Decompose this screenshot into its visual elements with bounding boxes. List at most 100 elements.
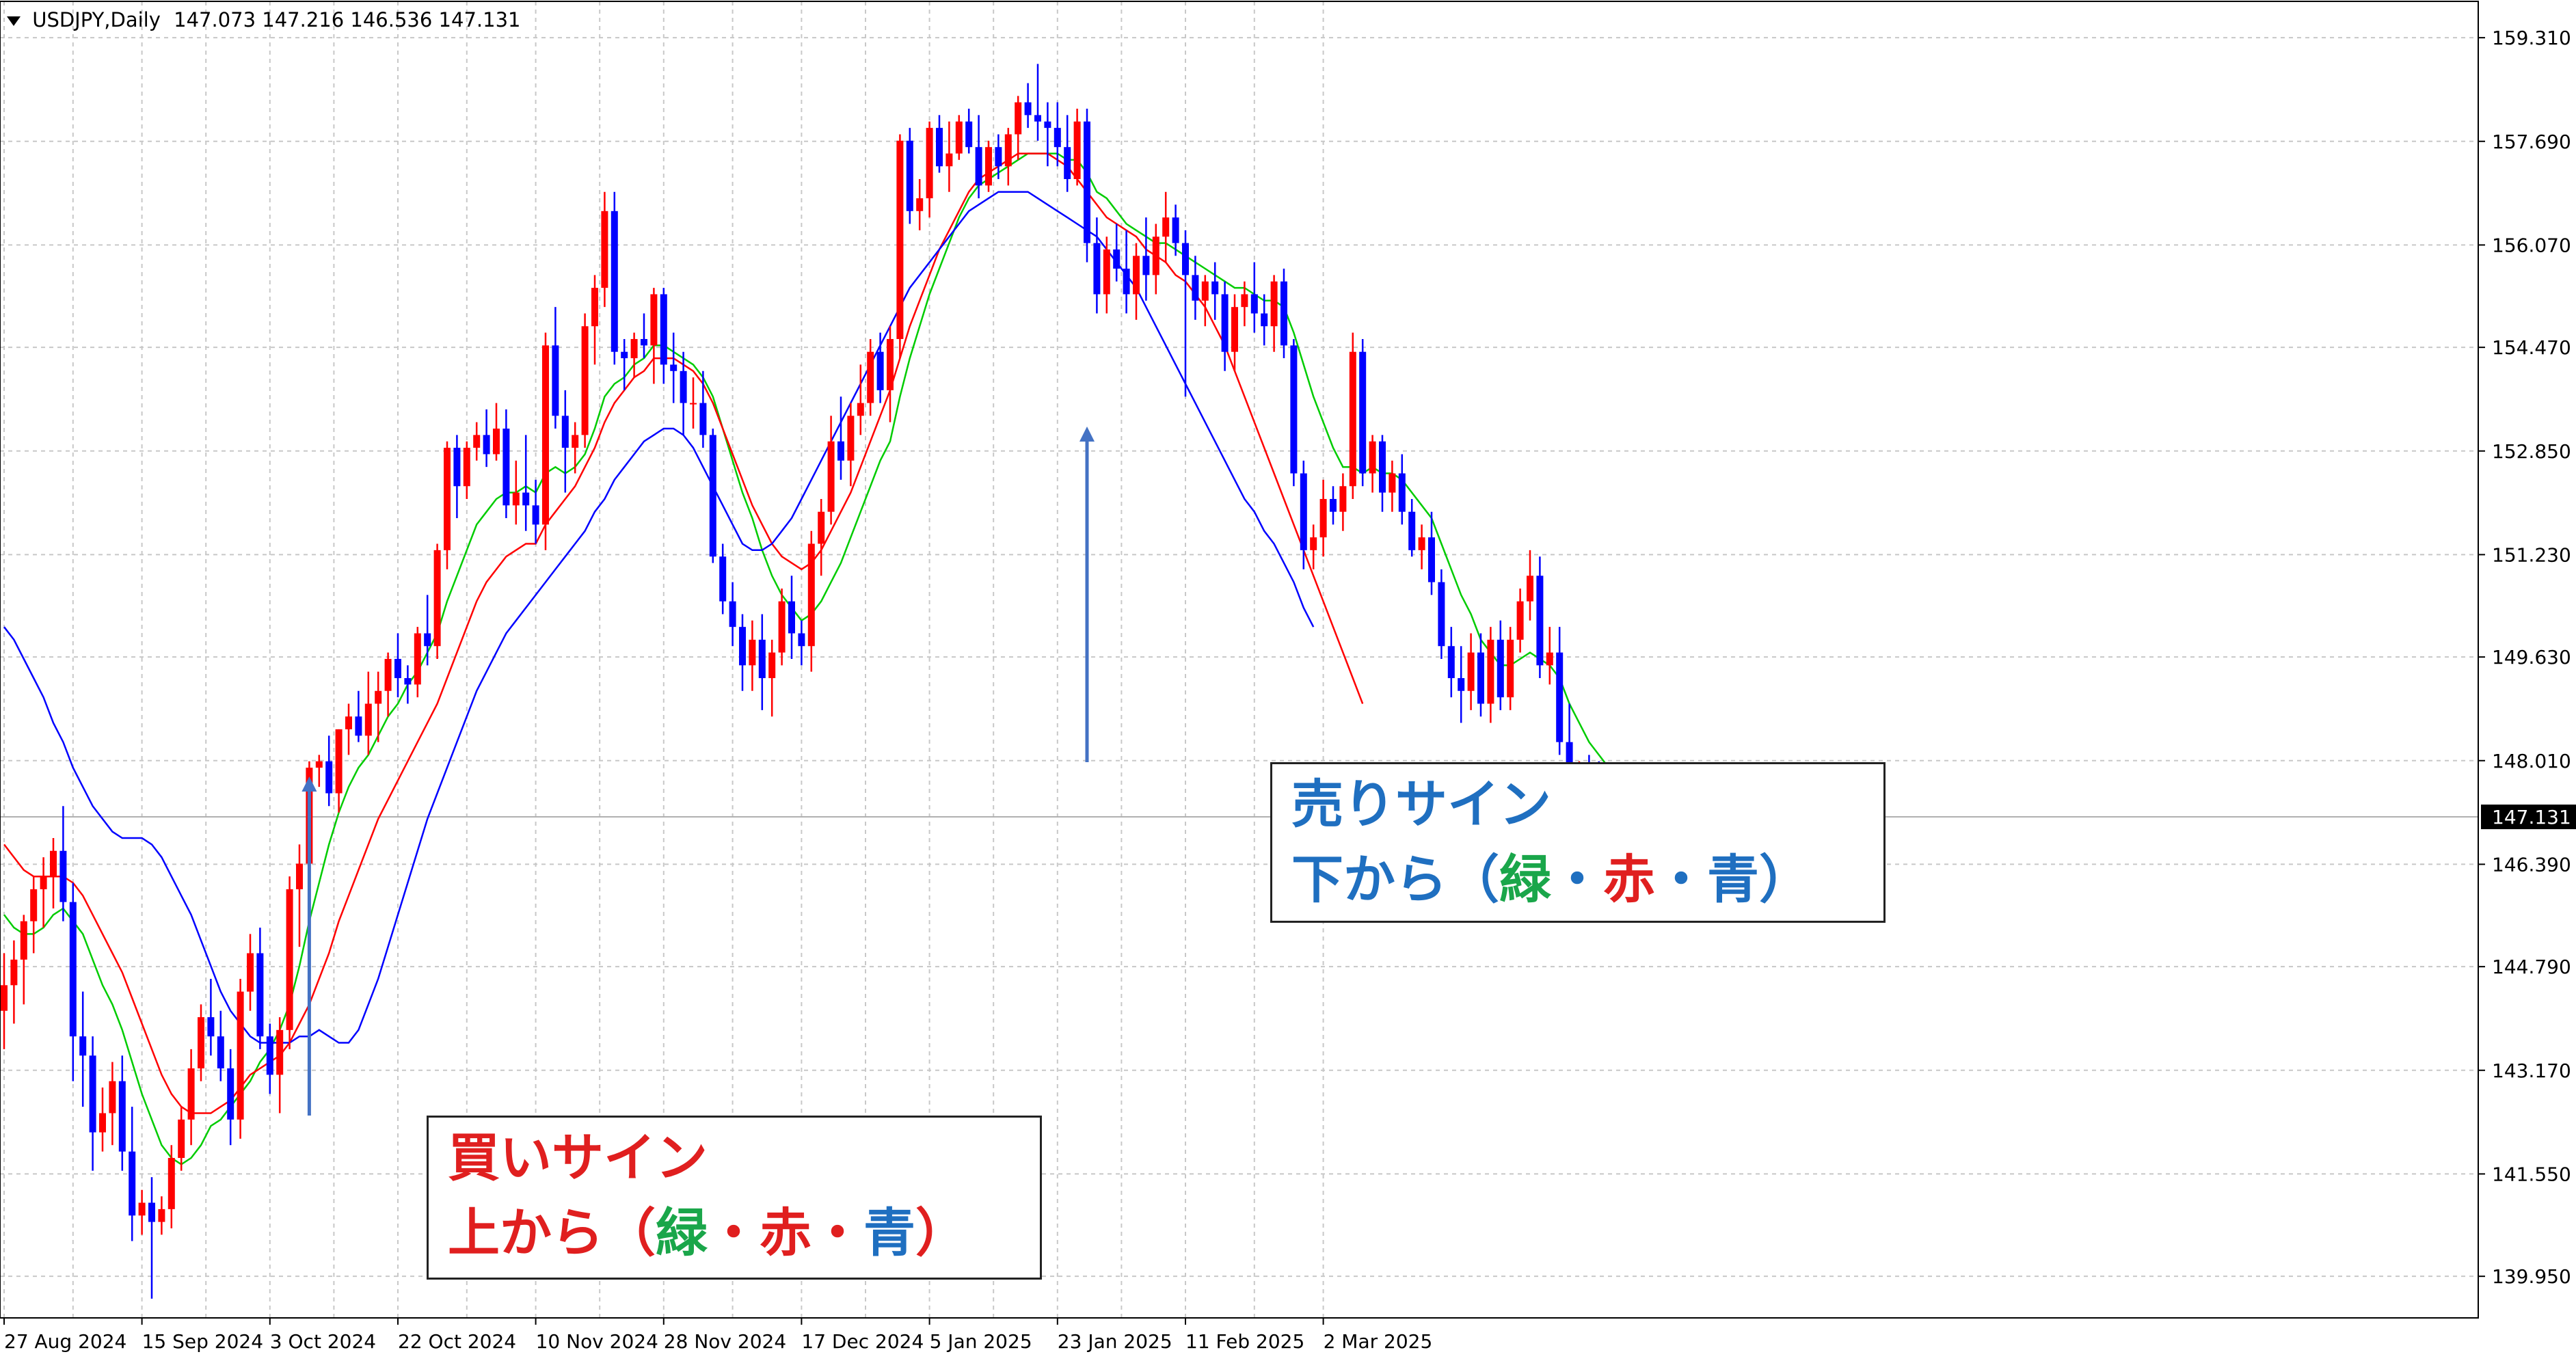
sell-signal-order: 下から（緑・赤・青）	[1291, 842, 1864, 917]
candle-body	[798, 633, 805, 647]
candle-body	[20, 921, 27, 960]
candle-body	[375, 690, 382, 704]
candle-body	[1064, 147, 1071, 179]
chart-canvas[interactable]: 159.310 157.690 156.070 154.470 152.850 151.2…	[0, 0, 2576, 1360]
candle-body	[1221, 294, 1229, 352]
candle-body	[985, 147, 992, 186]
x-tick-label: 10 Nov 2024	[536, 1330, 658, 1353]
candle-body	[1507, 639, 1514, 698]
candle-body	[207, 1017, 215, 1037]
candle-body	[1024, 102, 1032, 116]
symbol-label: USDJPY,Daily	[32, 8, 161, 31]
candle-body	[325, 761, 333, 794]
candle-body	[109, 1081, 116, 1114]
candle-body	[266, 1036, 273, 1075]
candle-body	[965, 121, 973, 148]
candle-body	[1319, 498, 1327, 538]
candle-body	[118, 1081, 126, 1152]
candle-body	[926, 128, 933, 199]
moving-average-lines	[3, 152, 1610, 1165]
candle-body	[276, 1029, 284, 1075]
candle-body	[749, 639, 756, 666]
candle-body	[1133, 256, 1140, 295]
candle-body	[768, 652, 776, 679]
candle-body	[1408, 511, 1416, 550]
y-tick-label: 149.630	[2492, 646, 2571, 669]
candle-body	[1231, 307, 1238, 352]
candle-body	[1458, 678, 1465, 691]
candle-body	[444, 448, 451, 550]
candle-body	[1447, 646, 1455, 679]
candle-body	[237, 991, 244, 1120]
candle-body	[887, 338, 894, 390]
candle-body	[89, 1055, 96, 1133]
candle-body	[1477, 652, 1484, 704]
candle-body	[1142, 256, 1150, 275]
candle-body	[916, 198, 924, 211]
x-tick-label: 2 Mar 2025	[1324, 1330, 1433, 1353]
candle-body	[296, 863, 303, 889]
candle-body	[158, 1209, 165, 1222]
candle-body	[739, 627, 746, 666]
candle-body	[1073, 121, 1081, 179]
price-chart[interactable]: 159.310 157.690 156.070 154.470 152.850 151.2…	[0, 0, 2576, 1360]
candle-body	[876, 351, 884, 390]
candle-body	[837, 441, 844, 461]
grid	[0, 1, 2478, 1318]
buy-signal-order: 上から（緑・赤・青）	[448, 1196, 1021, 1271]
buy-green: 緑	[656, 1202, 708, 1263]
candle-body	[641, 338, 647, 346]
candle-body	[512, 492, 520, 506]
sell-prefix: 下から（	[1291, 849, 1499, 910]
candle-body	[1556, 652, 1564, 742]
candle-body	[1103, 249, 1110, 295]
candle-body	[59, 850, 67, 902]
candle-body	[404, 678, 412, 685]
y-tick-label: 152.850	[2492, 440, 2571, 463]
candle-body	[1290, 345, 1298, 474]
sell-red: 赤	[1603, 849, 1655, 910]
candle-body	[227, 1068, 234, 1120]
candle-body	[1015, 102, 1022, 135]
candle-body	[99, 1113, 106, 1133]
candle-body	[1497, 639, 1504, 698]
candle-body	[807, 543, 815, 647]
candle-body	[1044, 121, 1051, 129]
buy-arrow-head	[301, 777, 317, 792]
buy-signal-annotation: 買いサイン 上から（緑・赤・青）	[427, 1116, 1042, 1280]
x-tick-label: 22 Oct 2024	[398, 1330, 516, 1353]
candle-body	[699, 403, 707, 435]
candle-body	[690, 403, 697, 405]
candle-body	[1359, 351, 1367, 474]
candle-body	[1546, 652, 1553, 666]
x-tick-label: 23 Jan 2025	[1058, 1330, 1172, 1353]
candle-body	[493, 429, 500, 455]
candle-body	[355, 716, 362, 736]
candle-body	[256, 953, 264, 1037]
candle-body	[906, 140, 913, 211]
y-tick-label: 143.170	[2492, 1060, 2571, 1082]
buy-blue: 青	[863, 1202, 915, 1263]
candle-body	[1172, 217, 1179, 243]
candle-body	[1369, 441, 1376, 474]
x-tick-label: 17 Dec 2024	[801, 1330, 924, 1353]
candle-body	[335, 729, 343, 794]
candle-body	[414, 633, 421, 685]
y-tick-label: 139.950	[2492, 1265, 2571, 1288]
candle-body	[1339, 486, 1347, 512]
candle-body	[552, 345, 559, 416]
candle-body	[621, 351, 628, 359]
x-tick-label: 11 Feb 2025	[1185, 1330, 1304, 1353]
candle-body	[1398, 473, 1406, 512]
candle-body	[1428, 537, 1435, 582]
triangle-down-icon[interactable]	[7, 16, 21, 26]
candle-body	[1438, 582, 1445, 647]
x-tick-label: 15 Sep 2024	[142, 1330, 263, 1353]
candle-body	[1261, 313, 1268, 327]
candle-body	[424, 633, 431, 647]
candle-body	[1054, 128, 1061, 148]
candle-body	[818, 511, 825, 544]
candle-body	[315, 761, 323, 768]
candle-body	[709, 435, 716, 557]
candle-body	[483, 435, 490, 455]
